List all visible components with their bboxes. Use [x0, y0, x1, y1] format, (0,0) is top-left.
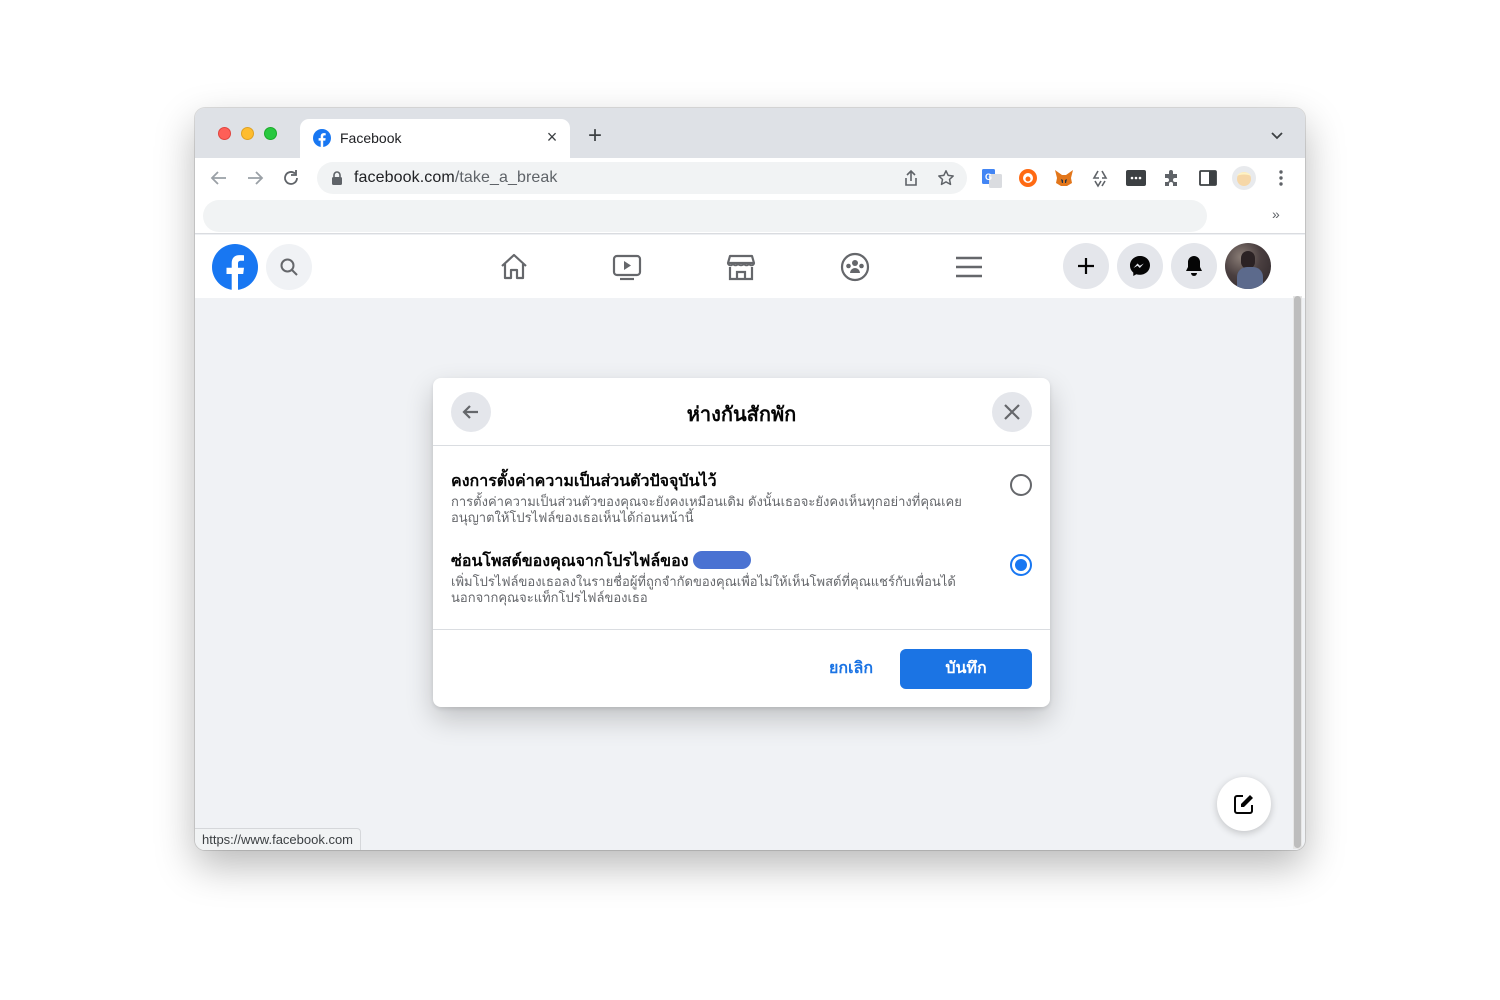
save-button[interactable]: บันทึก: [900, 649, 1032, 689]
option-title: คงการตั้งค่าความเป็นส่วนตัวปัจจุบันไว้: [451, 473, 717, 490]
address-path: /take_a_break: [454, 169, 558, 186]
option-hide-posts[interactable]: ซ่อนโพสต์ของคุณจากโปรไฟล์ของ เพิ่มโปรไฟล…: [451, 551, 1011, 606]
radio-hide-posts[interactable]: [1010, 554, 1032, 576]
close-icon: [1004, 404, 1020, 420]
chevron-down-icon[interactable]: [1269, 127, 1285, 143]
status-bar-url: https://www.facebook.com: [195, 828, 362, 850]
share-icon[interactable]: [902, 169, 920, 187]
tab-title: Facebook: [340, 130, 402, 146]
menu-icon[interactable]: [953, 251, 985, 283]
home-icon[interactable]: [498, 251, 530, 283]
option-description-line: เพิ่มโปรไฟล์ของเธอลงในรายชื่อผู้ที่ถูกจำ…: [451, 574, 956, 589]
bookmarks-overflow-button[interactable]: »: [1272, 206, 1280, 222]
maximize-window-button[interactable]: [264, 127, 277, 140]
honey-extension-icon[interactable]: [1017, 167, 1039, 189]
option-description-line: อนุญาตให้โปรไฟล์ของเธอเห็นได้ก่อนหน้านี้: [451, 510, 694, 525]
scrollbar-thumb[interactable]: [1294, 296, 1301, 848]
password-manager-icon[interactable]: [1125, 167, 1147, 189]
option-keep-privacy[interactable]: คงการตั้งค่าความเป็นส่วนตัวปัจจุบันไว้ ก…: [451, 472, 1011, 526]
search-icon: [280, 258, 298, 276]
account-avatar[interactable]: [1225, 243, 1271, 289]
option-title-text: ซ่อนโพสต์ของคุณจากโปรไฟล์ของ: [451, 553, 689, 570]
metamask-fox-icon[interactable]: [1053, 167, 1075, 189]
cancel-button[interactable]: ยกเลิก: [811, 649, 891, 689]
bookmarks-area[interactable]: [203, 200, 1207, 232]
bell-icon: [1186, 256, 1202, 276]
page-scrollbar[interactable]: [1293, 296, 1302, 849]
option-description: เพิ่มโปรไฟล์ของเธอลงในรายชื่อผู้ที่ถูกจำ…: [451, 574, 1011, 606]
create-button[interactable]: [1063, 243, 1109, 289]
facebook-logo-icon[interactable]: [212, 244, 258, 290]
browser-window: Facebook × + facebook.com/take_a_break G…: [195, 108, 1305, 850]
address-url: facebook.com/take_a_break: [354, 169, 558, 187]
new-message-button[interactable]: [1217, 777, 1271, 831]
avatar-photo-shape: [1237, 267, 1263, 289]
recycle-extension-icon[interactable]: [1089, 167, 1111, 189]
extensions-puzzle-icon[interactable]: [1161, 167, 1183, 189]
close-window-button[interactable]: [218, 127, 231, 140]
radio-keep-privacy[interactable]: [1010, 474, 1032, 496]
dialog-title: ห่างกันสักพัก: [686, 404, 797, 426]
forward-icon[interactable]: [244, 167, 266, 189]
bookmark-star-icon[interactable]: [937, 169, 955, 187]
minimize-window-button[interactable]: [241, 127, 254, 140]
option-title: ซ่อนโพสต์ของคุณจากโปรไฟล์ของ: [451, 551, 1011, 572]
option-description-line: นอกจากคุณจะแท็กโปรไฟล์ของเธอ: [451, 590, 648, 605]
groups-icon[interactable]: [839, 251, 871, 283]
dialog-divider: [433, 629, 1050, 630]
notifications-button[interactable]: [1171, 243, 1217, 289]
watch-icon[interactable]: [611, 251, 643, 283]
address-host: facebook.com: [354, 169, 455, 186]
reload-icon[interactable]: [280, 167, 302, 189]
option-description-line: การตั้งค่าความเป็นส่วนตัวของคุณจะยังคงเห…: [451, 494, 962, 509]
kebab-menu-icon[interactable]: [1270, 167, 1292, 189]
new-tab-button[interactable]: +: [582, 123, 608, 149]
address-bar[interactable]: facebook.com/take_a_break: [317, 162, 967, 194]
take-a-break-dialog: ห่างกันสักพัก คงการตั้งค่าความเป็นส่วนตั…: [433, 378, 1050, 707]
lock-icon[interactable]: [331, 171, 343, 185]
marketplace-icon[interactable]: [725, 251, 757, 283]
tab-facebook[interactable]: Facebook ×: [300, 119, 570, 158]
svg-text:G: G: [985, 172, 992, 182]
tab-close-icon[interactable]: ×: [542, 127, 562, 147]
option-description: การตั้งค่าความเป็นส่วนตัวของคุณจะยังคงเห…: [451, 494, 1011, 526]
browser-toolbar: facebook.com/take_a_break G: [195, 158, 1305, 198]
translate-extension-icon[interactable]: G: [981, 167, 1003, 189]
dialog-divider: [433, 445, 1050, 446]
messenger-icon: [1130, 256, 1150, 276]
side-panel-icon[interactable]: [1197, 167, 1219, 189]
facebook-search-button[interactable]: [266, 244, 312, 290]
redacted-name: [692, 551, 751, 569]
facebook-favicon-icon: [313, 129, 331, 147]
close-button[interactable]: [992, 392, 1032, 432]
profile-avatar-icon[interactable]: [1232, 166, 1256, 190]
plus-icon: [1078, 258, 1094, 274]
messenger-button[interactable]: [1117, 243, 1163, 289]
page-content: ห่างกันสักพัก คงการตั้งค่าความเป็นส่วนตั…: [195, 298, 1305, 850]
back-icon[interactable]: [208, 167, 230, 189]
facebook-header: [195, 235, 1305, 298]
compose-icon: [1234, 795, 1253, 814]
tab-strip: Facebook × +: [195, 108, 1305, 158]
bookmarks-bar: »: [195, 198, 1305, 234]
